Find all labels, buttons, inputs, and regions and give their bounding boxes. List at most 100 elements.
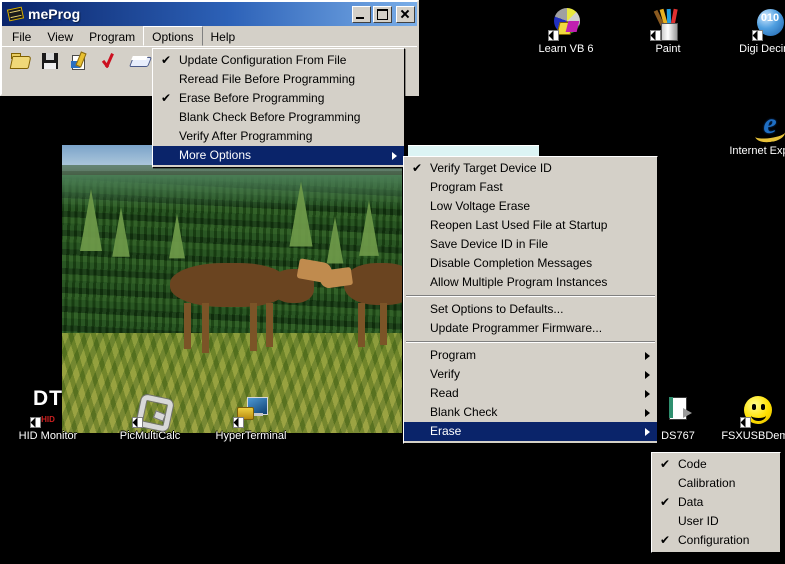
shortcut-overlay-icon: [740, 417, 751, 428]
menu-item-reopen-last-used-file-at-startup[interactable]: Reopen Last Used File at Startup: [404, 216, 657, 235]
options-menu[interactable]: ✔ Update Configuration From File Reread …: [152, 48, 405, 168]
menu-item-label: Update Programmer Firmware...: [430, 321, 602, 335]
desktop[interactable]: Learn VB 6 Paint 010 Digi Decimal e Inte…: [0, 0, 785, 564]
menu-item-disable-completion-messages[interactable]: Disable Completion Messages: [404, 254, 657, 273]
window-title: meProg: [28, 6, 350, 22]
menu-item-program-fast[interactable]: Program Fast: [404, 178, 657, 197]
wallpaper-tree: [359, 200, 379, 256]
desktop-icon-label: FSXUSBDemo: [720, 430, 785, 443]
menu-item-label: Configuration: [678, 533, 749, 547]
eraser-icon[interactable]: [130, 51, 150, 71]
submenu-arrow-icon: [645, 409, 650, 417]
menu-item-verify[interactable]: Verify: [404, 365, 657, 384]
wallpaper-tree: [327, 216, 344, 263]
desktop-icon-hyperterminal[interactable]: HyperTerminal: [208, 395, 294, 443]
menu-item-label: Low Voltage Erase: [430, 199, 530, 213]
menu-item-set-options-to-defaults[interactable]: Set Options to Defaults...: [404, 300, 657, 319]
folder-open-icon[interactable]: [10, 51, 30, 71]
menu-item-read[interactable]: Read: [404, 384, 657, 403]
menu-item-blank-check-before-programming[interactable]: Blank Check Before Programming: [153, 108, 404, 127]
desktop-icon-label: DS767: [660, 430, 696, 443]
wallpaper-moose-leg: [380, 303, 387, 345]
menu-item-allow-multiple-program-instances[interactable]: Allow Multiple Program Instances: [404, 273, 657, 292]
menu-bar-item-help[interactable]: Help: [203, 26, 244, 46]
menu-item-label: Update Configuration From File: [179, 53, 346, 67]
menu-item-erase-code[interactable]: ✔ Code: [652, 455, 780, 474]
menu-item-label: More Options: [179, 148, 251, 162]
menu-bar-item-program[interactable]: Program: [81, 26, 143, 46]
menu-bar-item-view[interactable]: View: [39, 26, 81, 46]
menu-item-erase-configuration[interactable]: ✔ Configuration: [652, 531, 780, 550]
menu-item-erase-data[interactable]: ✔ Data: [652, 493, 780, 512]
desktop-icon-fsxusbdemo[interactable]: FSXUSBDemo: [715, 395, 785, 443]
menu-item-erase[interactable]: Erase: [404, 422, 657, 441]
desktop-icon-hid-monitor[interactable]: DTHID HID Monitor: [5, 395, 91, 443]
floppy-disk-icon[interactable]: [40, 51, 60, 71]
pic-multi-calc-icon: [134, 395, 166, 427]
menu-bar-item-file[interactable]: File: [4, 26, 39, 46]
close-button[interactable]: [396, 6, 415, 23]
check-icon: ✔: [660, 531, 670, 550]
red-check-icon[interactable]: [100, 51, 120, 71]
desktop-icon-digi-decimal[interactable]: 010 Digi Decimal: [727, 8, 785, 56]
menu-item-save-device-id-in-file[interactable]: Save Device ID in File: [404, 235, 657, 254]
internet-explorer-icon: e: [754, 110, 785, 142]
menu-bar-item-options[interactable]: Options: [143, 26, 202, 46]
check-icon: ✔: [161, 51, 171, 70]
desktop-icon-internet-explorer[interactable]: e Internet Explorer: [727, 110, 785, 158]
ds767-icon: [662, 395, 694, 427]
paint-icon: [652, 8, 684, 40]
menu-item-label: Verify Target Device ID: [430, 161, 552, 175]
wallpaper-moose: [344, 263, 402, 305]
menu-item-verify-target-device-id[interactable]: ✔ Verify Target Device ID: [404, 159, 657, 178]
desktop-icon-paint[interactable]: Paint: [625, 8, 711, 56]
more-options-submenu[interactable]: ✔ Verify Target Device ID Program Fast L…: [403, 156, 658, 444]
menu-item-program[interactable]: Program: [404, 346, 657, 365]
menu-item-erase-before-programming[interactable]: ✔ Erase Before Programming: [153, 89, 404, 108]
maximize-button[interactable]: [373, 6, 392, 23]
menu-item-erase-user-id[interactable]: User ID: [652, 512, 780, 531]
wallpaper-tree: [289, 181, 312, 246]
menu-item-update-programmer-firmware[interactable]: Update Programmer Firmware...: [404, 319, 657, 338]
program-paint-icon[interactable]: [70, 51, 90, 71]
menu-item-label: Read: [430, 386, 459, 400]
shortcut-overlay-icon: [548, 30, 559, 41]
wallpaper-moose-leg: [184, 303, 191, 349]
wallpaper-moose-leg: [250, 303, 257, 351]
minimize-button[interactable]: [352, 6, 371, 23]
menu-item-label: Blank Check: [430, 405, 497, 419]
desktop-icon-learn-vb-6[interactable]: Learn VB 6: [523, 8, 609, 56]
desktop-icon-label: Learn VB 6: [537, 43, 594, 56]
title-bar[interactable]: meProg: [2, 2, 417, 26]
wallpaper-tree: [80, 189, 102, 251]
wallpaper-tree: [169, 214, 185, 259]
submenu-arrow-icon: [645, 428, 650, 436]
menu-item-low-voltage-erase[interactable]: Low Voltage Erase: [404, 197, 657, 216]
vb6-icon: [550, 8, 582, 40]
check-icon: ✔: [660, 455, 670, 474]
menu-item-update-configuration-from-file[interactable]: ✔ Update Configuration From File: [153, 51, 404, 70]
menu-item-erase-calibration[interactable]: Calibration: [652, 474, 780, 493]
submenu-arrow-icon: [645, 371, 650, 379]
menu-bar[interactable]: File View Program Options Help: [2, 26, 417, 46]
fsxusbdemo-icon: [742, 395, 774, 427]
erase-submenu[interactable]: ✔ Code Calibration ✔ Data User ID ✔ Conf…: [651, 452, 781, 553]
menu-item-label: Reread File Before Programming: [179, 72, 355, 86]
menu-item-blank-check[interactable]: Blank Check: [404, 403, 657, 422]
menu-item-label: Set Options to Defaults...: [430, 302, 563, 316]
desktop-icon-label: Digi Decimal: [738, 43, 785, 56]
menu-item-label: Reopen Last Used File at Startup: [430, 218, 607, 232]
menu-item-more-options[interactable]: More Options: [153, 146, 404, 165]
check-icon: ✔: [412, 159, 422, 178]
menu-item-verify-after-programming[interactable]: Verify After Programming: [153, 127, 404, 146]
desktop-icon-label: Internet Explorer: [728, 145, 785, 158]
desktop-icon-picmulticalc[interactable]: PicMultiCalc: [107, 395, 193, 443]
desktop-icon-label: HyperTerminal: [215, 430, 288, 443]
check-icon: ✔: [161, 89, 171, 108]
shortcut-overlay-icon: [650, 30, 661, 41]
menu-item-reread-file-before-programming[interactable]: Reread File Before Programming: [153, 70, 404, 89]
submenu-arrow-icon: [645, 352, 650, 360]
menu-item-label: Program: [430, 348, 476, 362]
menu-item-label: Calibration: [678, 476, 735, 490]
wallpaper-tree: [112, 207, 130, 257]
